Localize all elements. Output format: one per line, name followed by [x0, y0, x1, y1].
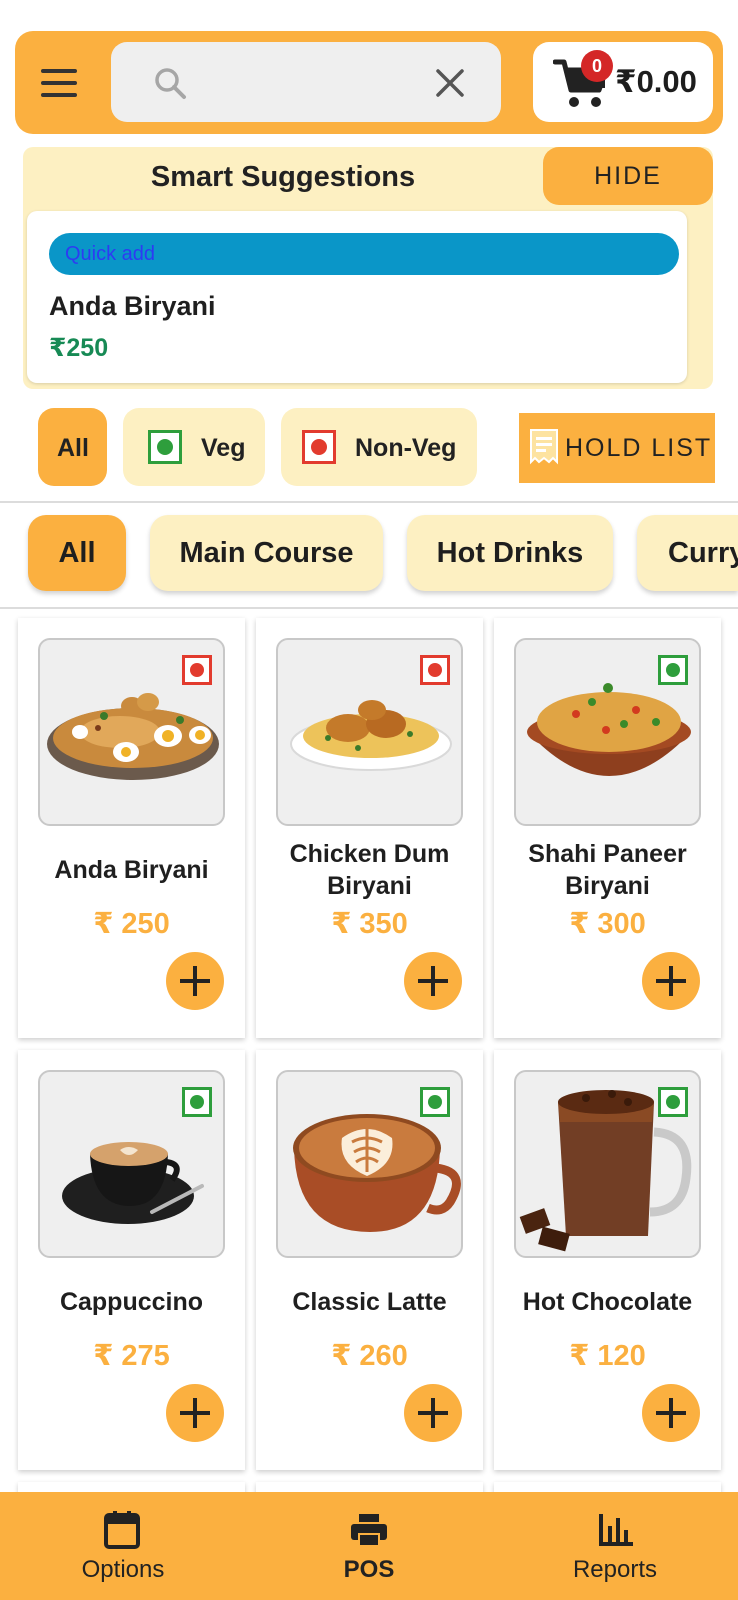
product-card[interactable]: Shahi Paneer Biryani ₹ 300: [494, 618, 721, 1038]
nav-pos[interactable]: POS: [246, 1492, 492, 1600]
add-to-cart-button[interactable]: [642, 952, 700, 1010]
product-price: ₹ 250: [93, 908, 170, 940]
veg-icon: [148, 430, 182, 464]
search-input[interactable]: [201, 60, 411, 104]
bar-chart-icon: [599, 1514, 633, 1546]
veg-icon: [658, 1087, 688, 1117]
non-veg-icon: [420, 655, 450, 685]
nav-reports-label: Reports: [572, 1556, 658, 1583]
quick-add-button[interactable]: Quick add: [49, 233, 679, 275]
divider: [0, 501, 738, 503]
nav-reports[interactable]: Reports: [492, 1492, 738, 1600]
category-curry[interactable]: Curry: [637, 515, 738, 591]
product-name: Anda Biryani: [54, 856, 209, 884]
filter-all-label: All: [57, 434, 89, 462]
hold-list-button[interactable]: HOLD LIST: [519, 413, 715, 483]
filter-veg[interactable]: Veg: [123, 408, 265, 486]
product-price: ₹ 300: [569, 908, 646, 940]
category-all[interactable]: All: [28, 515, 126, 591]
filter-all[interactable]: All: [38, 408, 107, 486]
hide-suggestions-button[interactable]: HIDE: [543, 147, 713, 205]
smart-suggestions-panel: Smart Suggestions HIDE Quick add Anda Bi…: [23, 147, 713, 389]
suggestion-item-name: Anda Biryani: [49, 291, 216, 321]
product-price: ₹ 260: [331, 1340, 408, 1372]
divider: [0, 607, 738, 609]
product-image: [38, 638, 225, 826]
add-to-cart-button[interactable]: [404, 1384, 462, 1442]
search-box[interactable]: [111, 42, 501, 122]
product-image: [514, 638, 701, 826]
product-card[interactable]: Anda Biryani ₹ 250: [18, 618, 245, 1038]
cart-count-badge: 0: [581, 50, 613, 82]
nav-pos-label: POS: [343, 1556, 395, 1583]
product-card[interactable]: Chicken Dum Biryani ₹ 350: [256, 618, 483, 1038]
product-price: ₹ 275: [93, 1340, 170, 1372]
cart-total: ₹0.00: [615, 64, 697, 99]
product-image: [38, 1070, 225, 1258]
close-icon[interactable]: [433, 66, 467, 100]
product-name: Chicken Dum Biryani: [289, 840, 450, 900]
product-card[interactable]: Classic Latte ₹ 260: [256, 1050, 483, 1470]
category-main-course[interactable]: Main Course: [150, 515, 383, 591]
printer-icon: [351, 1514, 387, 1547]
veg-icon: [182, 1087, 212, 1117]
product-name: Hot Chocolate: [522, 1288, 693, 1316]
filter-non-veg[interactable]: Non-Veg: [281, 408, 477, 486]
cart-button[interactable]: 0 ₹0.00: [533, 42, 713, 122]
bottom-navigation: Options POS Reports: [0, 1492, 738, 1600]
nav-options[interactable]: Options: [0, 1492, 246, 1600]
non-veg-icon: [302, 430, 336, 464]
product-price: ₹ 120: [569, 1340, 646, 1372]
add-to-cart-button[interactable]: [404, 952, 462, 1010]
veg-icon: [658, 655, 688, 685]
top-bar: 0 ₹0.00: [15, 31, 723, 134]
product-image: [276, 1070, 463, 1258]
product-card[interactable]: Hot Chocolate ₹ 120: [494, 1050, 721, 1470]
product-image: [276, 638, 463, 826]
product-image: [514, 1070, 701, 1258]
product-name: Classic Latte: [292, 1288, 447, 1316]
non-veg-icon: [182, 655, 212, 685]
product-card[interactable]: Cappuccino ₹ 275: [18, 1050, 245, 1470]
nav-options-label: Options: [81, 1556, 165, 1583]
hamburger-menu-icon[interactable]: [41, 69, 77, 97]
add-to-cart-button[interactable]: [166, 952, 224, 1010]
category-hot-drinks[interactable]: Hot Drinks: [407, 515, 613, 591]
suggestions-title: Smart Suggestions: [150, 161, 416, 193]
hold-list-label: HOLD LIST: [565, 434, 713, 462]
filter-non-veg-label: Non-Veg: [355, 434, 457, 462]
search-icon: [155, 68, 186, 99]
suggestion-card[interactable]: Quick add Anda Biryani ₹250: [27, 211, 687, 383]
receipt-icon: [530, 429, 558, 465]
filter-veg-label: Veg: [201, 434, 246, 462]
product-name: Cappuccino: [59, 1288, 204, 1316]
add-to-cart-button[interactable]: [166, 1384, 224, 1442]
product-price: ₹ 350: [331, 908, 408, 940]
add-to-cart-button[interactable]: [642, 1384, 700, 1442]
veg-icon: [420, 1087, 450, 1117]
product-name: Shahi Paneer Biryani: [528, 840, 687, 900]
calendar-icon: [104, 1511, 140, 1549]
suggestion-item-price: ₹250: [49, 334, 109, 362]
